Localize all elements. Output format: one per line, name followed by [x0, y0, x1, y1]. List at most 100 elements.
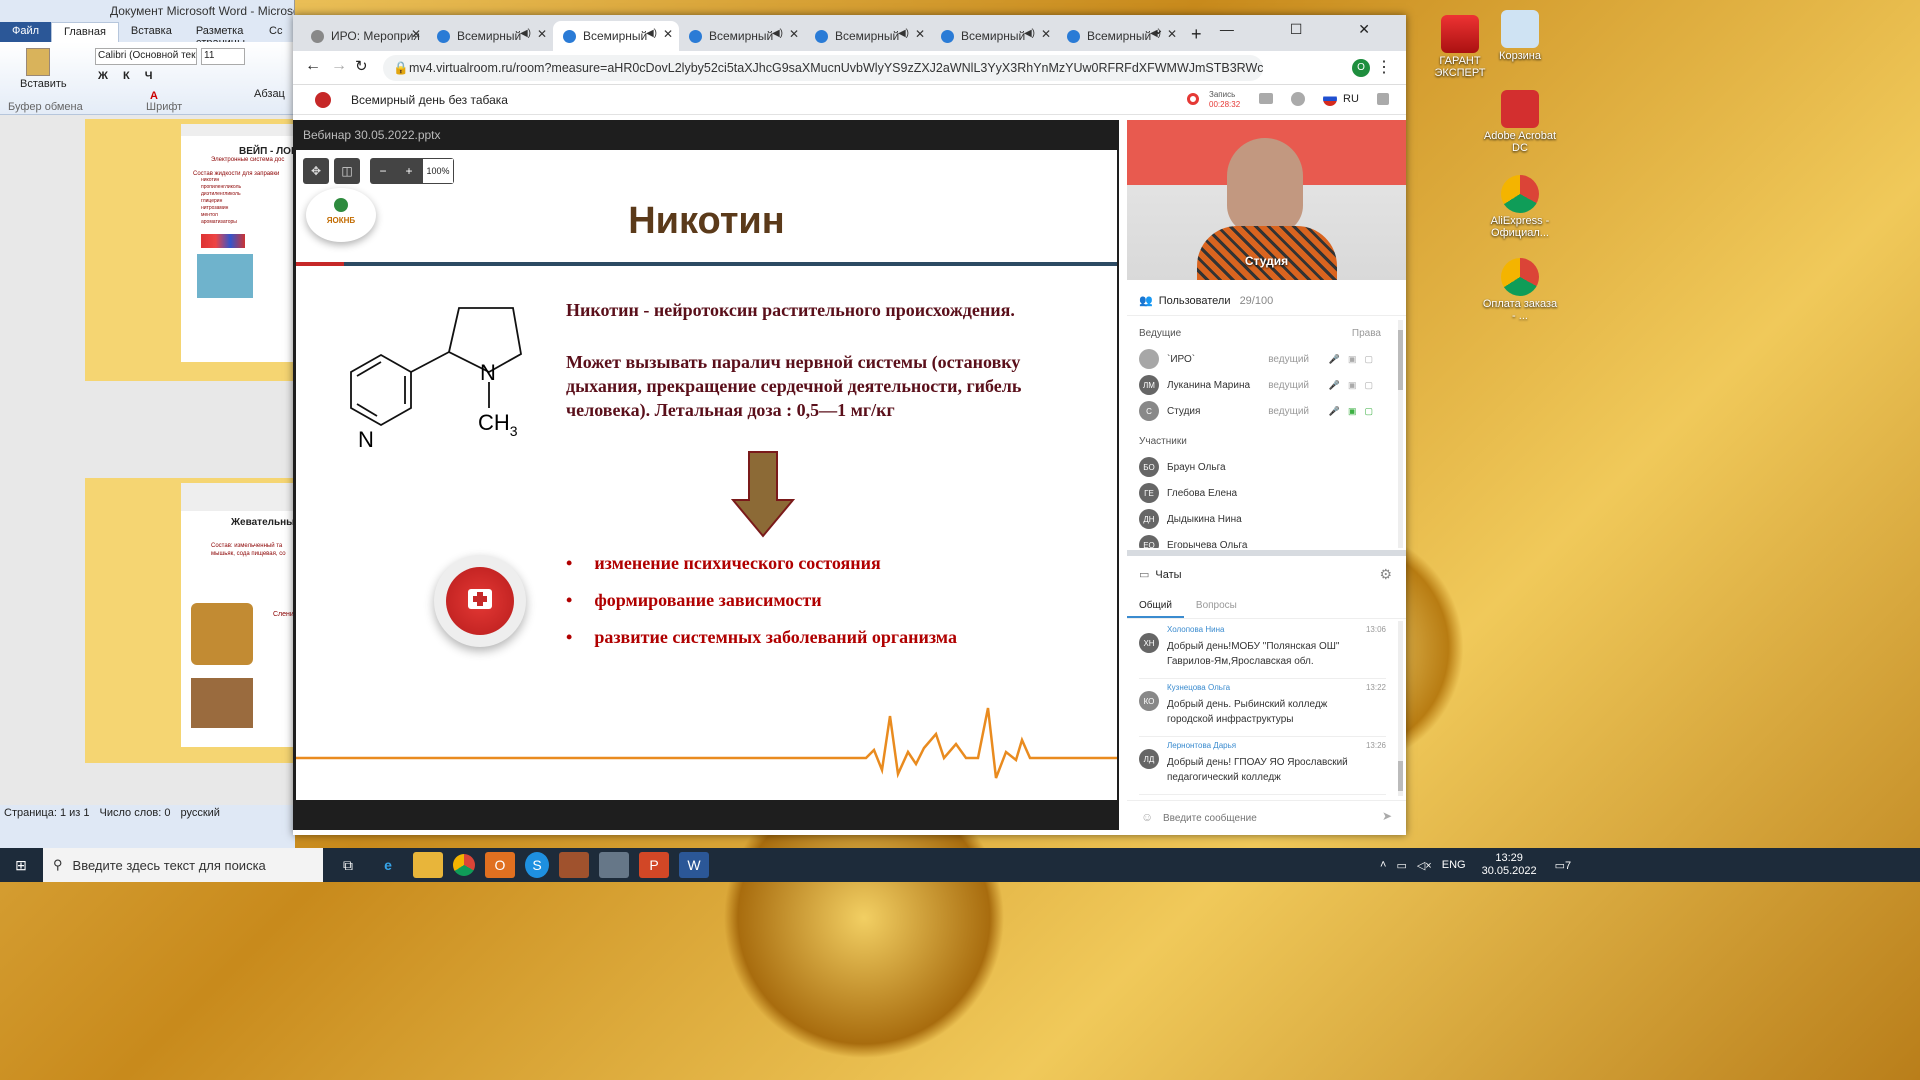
user-row[interactable]: БО Браун Ольга	[1127, 454, 1397, 480]
paste-icon[interactable]	[26, 48, 50, 76]
desktop-icon-payment[interactable]: Оплата заказа - ...	[1480, 258, 1560, 322]
edge-icon[interactable]: e	[373, 852, 403, 878]
close-tab-icon[interactable]: ✕	[663, 27, 673, 41]
reload-icon[interactable]: ↻	[355, 57, 368, 75]
app-icon[interactable]	[559, 852, 589, 878]
browser-tab-4[interactable]: Всемирный ◀) ✕	[679, 21, 805, 51]
font-name-select[interactable]: Calibri (Основной тек	[95, 48, 197, 65]
powerpoint-icon[interactable]: P	[639, 852, 669, 878]
app-icon[interactable]	[599, 852, 629, 878]
speaker-icon[interactable]: ◀)	[1024, 28, 1035, 39]
url-input[interactable]: 🔒 mv4.virtualroom.ru/room?measure=aHR0cDo…	[383, 55, 1263, 81]
user-row[interactable]: ДН Дыдыкина Нина	[1127, 506, 1397, 532]
skype-icon[interactable]: S	[525, 852, 549, 878]
globe-icon	[311, 30, 324, 43]
font-size-select[interactable]: 11	[201, 48, 245, 65]
tab-questions[interactable]: Вопросы	[1184, 595, 1249, 618]
format-buttons[interactable]: Ж К Ч	[98, 70, 159, 82]
chat-icon: ▭	[1139, 569, 1150, 581]
profile-avatar[interactable]: O	[1352, 59, 1370, 77]
word-window[interactable]: Документ Microsoft Word - Microsoft Word…	[0, 0, 295, 848]
panel-divider[interactable]	[1127, 550, 1406, 556]
tab-insert[interactable]: Вставка	[119, 22, 184, 42]
close-tab-icon[interactable]: ✕	[537, 27, 547, 41]
outlook-icon[interactable]: O	[485, 852, 515, 878]
browser-tab-6[interactable]: Всемирный ◀) ✕	[931, 21, 1057, 51]
chrome-icon[interactable]	[453, 854, 475, 876]
tray-up-icon[interactable]: ˄	[1380, 859, 1386, 871]
virtualroom-icon	[689, 30, 702, 43]
user-row[interactable]: С Студия ведущий 🎤▣▢	[1127, 398, 1397, 424]
chat-input[interactable]	[1163, 808, 1363, 828]
input-language[interactable]: ENG	[1442, 859, 1466, 871]
close-tab-icon[interactable]: ✕	[411, 27, 421, 41]
user-row[interactable]: `ИРО` ведущий 🎤▣▢	[1127, 346, 1397, 372]
network-icon[interactable]: ▭	[1396, 859, 1406, 872]
exit-icon[interactable]	[1377, 93, 1389, 105]
desktop-icon-recycle-bin[interactable]: Корзина	[1480, 10, 1560, 62]
speaker-icon[interactable]: ◀)	[898, 28, 909, 39]
task-view-icon[interactable]: ⧉	[333, 852, 363, 878]
clock[interactable]: 13:29 30.05.2022	[1482, 852, 1537, 878]
record-icon[interactable]	[1187, 93, 1199, 105]
browser-tab-2[interactable]: Всемирный ◀) ✕	[427, 21, 553, 51]
paragraph-button[interactable]: Абзац	[254, 88, 285, 100]
virtualroom-icon	[1067, 30, 1080, 43]
zoom-in-button[interactable]: +	[396, 158, 422, 184]
taskbar-search[interactable]: ⚲ Введите здесь текст для поиска	[43, 848, 323, 882]
notification-icon[interactable]: ▭7	[1555, 859, 1572, 872]
word-icon[interactable]: W	[679, 852, 709, 878]
zoom-out-button[interactable]: −	[370, 158, 396, 184]
forward-icon[interactable]: →	[331, 57, 347, 75]
send-icon[interactable]: ➤	[1382, 809, 1392, 823]
back-icon[interactable]: ←	[305, 57, 321, 75]
users-scrollbar[interactable]	[1398, 320, 1403, 548]
start-icon[interactable]: ⊞	[4, 852, 38, 878]
tab-references[interactable]: Сс	[257, 22, 294, 42]
language-label[interactable]: RU	[1343, 93, 1359, 105]
status-language[interactable]: русский	[180, 807, 219, 819]
user-row[interactable]: ЕО Егорычева Ольга	[1127, 532, 1397, 548]
move-icon[interactable]: ✥	[303, 158, 329, 184]
close-tab-icon[interactable]: ✕	[1041, 27, 1051, 41]
folder-icon[interactable]	[1259, 93, 1273, 104]
chrome-window[interactable]: ИРО: Мероприя ✕ Всемирный ◀) ✕ Всемирный ◀) ✕…	[293, 15, 1406, 835]
chat-scrollbar[interactable]	[1398, 621, 1403, 796]
word-document-area[interactable]: ВЕЙП - ЛОВУ Электронные система дос Сост…	[0, 115, 295, 805]
flag-ru-icon[interactable]	[1323, 92, 1337, 106]
speaker-icon[interactable]: ◀)	[646, 28, 657, 39]
close-tab-icon[interactable]: ✕	[789, 27, 799, 41]
tab-file[interactable]: Файл	[0, 22, 52, 42]
user-row[interactable]: ЛМ Луканина Марина ведущий 🎤▣▢	[1127, 372, 1397, 398]
user-controls-icons[interactable]: 🎤▣▢	[1329, 380, 1381, 391]
tab-general[interactable]: Общий	[1127, 595, 1184, 618]
tab-home[interactable]: Главная	[51, 22, 119, 42]
fit-icon[interactable]: ◫	[334, 158, 360, 184]
user-row[interactable]: ГЕ Глебова Елена	[1127, 480, 1397, 506]
browser-tab-3[interactable]: Всемирный ◀) ✕	[553, 21, 679, 51]
status-words[interactable]: Число слов: 0	[100, 807, 171, 819]
video-label: Студия	[1244, 254, 1289, 268]
video-tile[interactable]: Студия	[1127, 120, 1406, 280]
chat-message: ЛД Лернонтова Дарья 13:26 Добрый день! ГПОА…	[1139, 741, 1386, 795]
desktop-icon-aliexpress[interactable]: AliExpress - Официал...	[1480, 175, 1560, 239]
emoji-icon[interactable]: ☺	[1141, 810, 1153, 824]
speaker-icon[interactable]: ◀)	[520, 28, 531, 39]
info-icon[interactable]	[1291, 92, 1305, 106]
speaker-icon[interactable]: ◀)	[772, 28, 783, 39]
menu-icon[interactable]: ⋮	[1376, 57, 1392, 77]
browser-tab-5[interactable]: Всемирный ◀) ✕	[805, 21, 931, 51]
browser-tab-1[interactable]: ИРО: Мероприя ✕	[301, 21, 427, 51]
window-controls[interactable]: ⌄ — ☐ ✕	[1152, 21, 1396, 38]
user-controls-icons[interactable]: 🎤▣▢	[1329, 406, 1381, 417]
close-tab-icon[interactable]: ✕	[915, 27, 925, 41]
volume-icon[interactable]: ◁×	[1417, 859, 1432, 872]
tab-page-layout[interactable]: Разметка страницы	[184, 22, 257, 49]
explorer-icon[interactable]	[413, 852, 443, 878]
status-page[interactable]: Страница: 1 из 1	[4, 807, 90, 819]
methyl-label: CH3	[478, 410, 518, 439]
settings-icon[interactable]: ⚙	[1379, 566, 1392, 583]
user-controls-icons[interactable]: 🎤▣▢	[1329, 354, 1381, 365]
desktop-icon-acrobat[interactable]: Adobe Acrobat DC	[1480, 90, 1560, 154]
paste-button[interactable]: Вставить	[20, 78, 67, 90]
